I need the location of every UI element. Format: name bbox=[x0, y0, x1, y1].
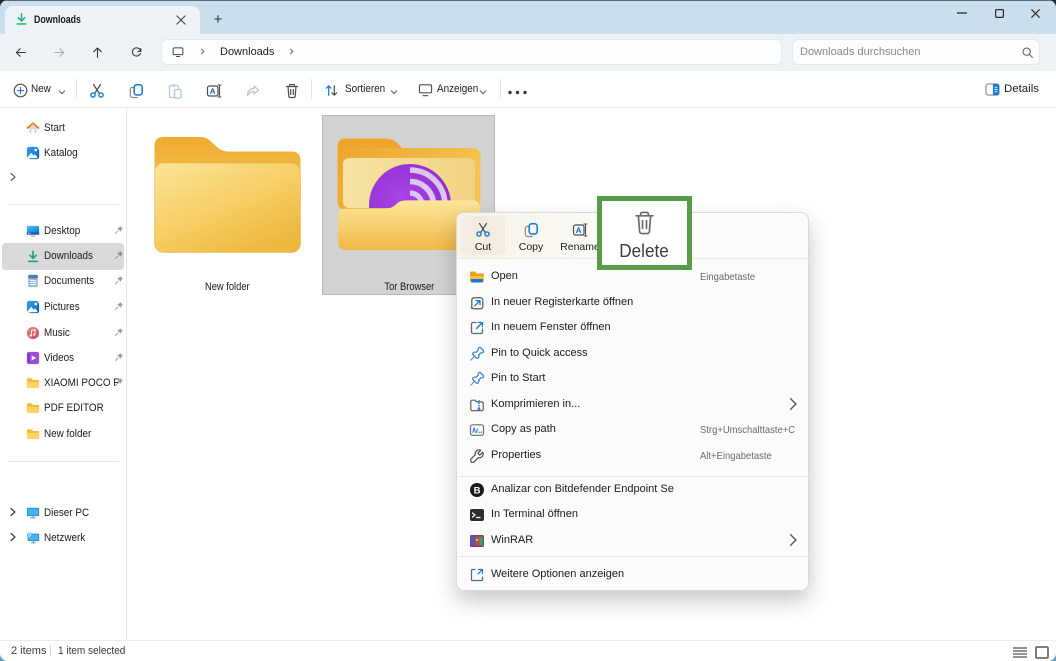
svg-text:B: B bbox=[474, 486, 481, 497]
